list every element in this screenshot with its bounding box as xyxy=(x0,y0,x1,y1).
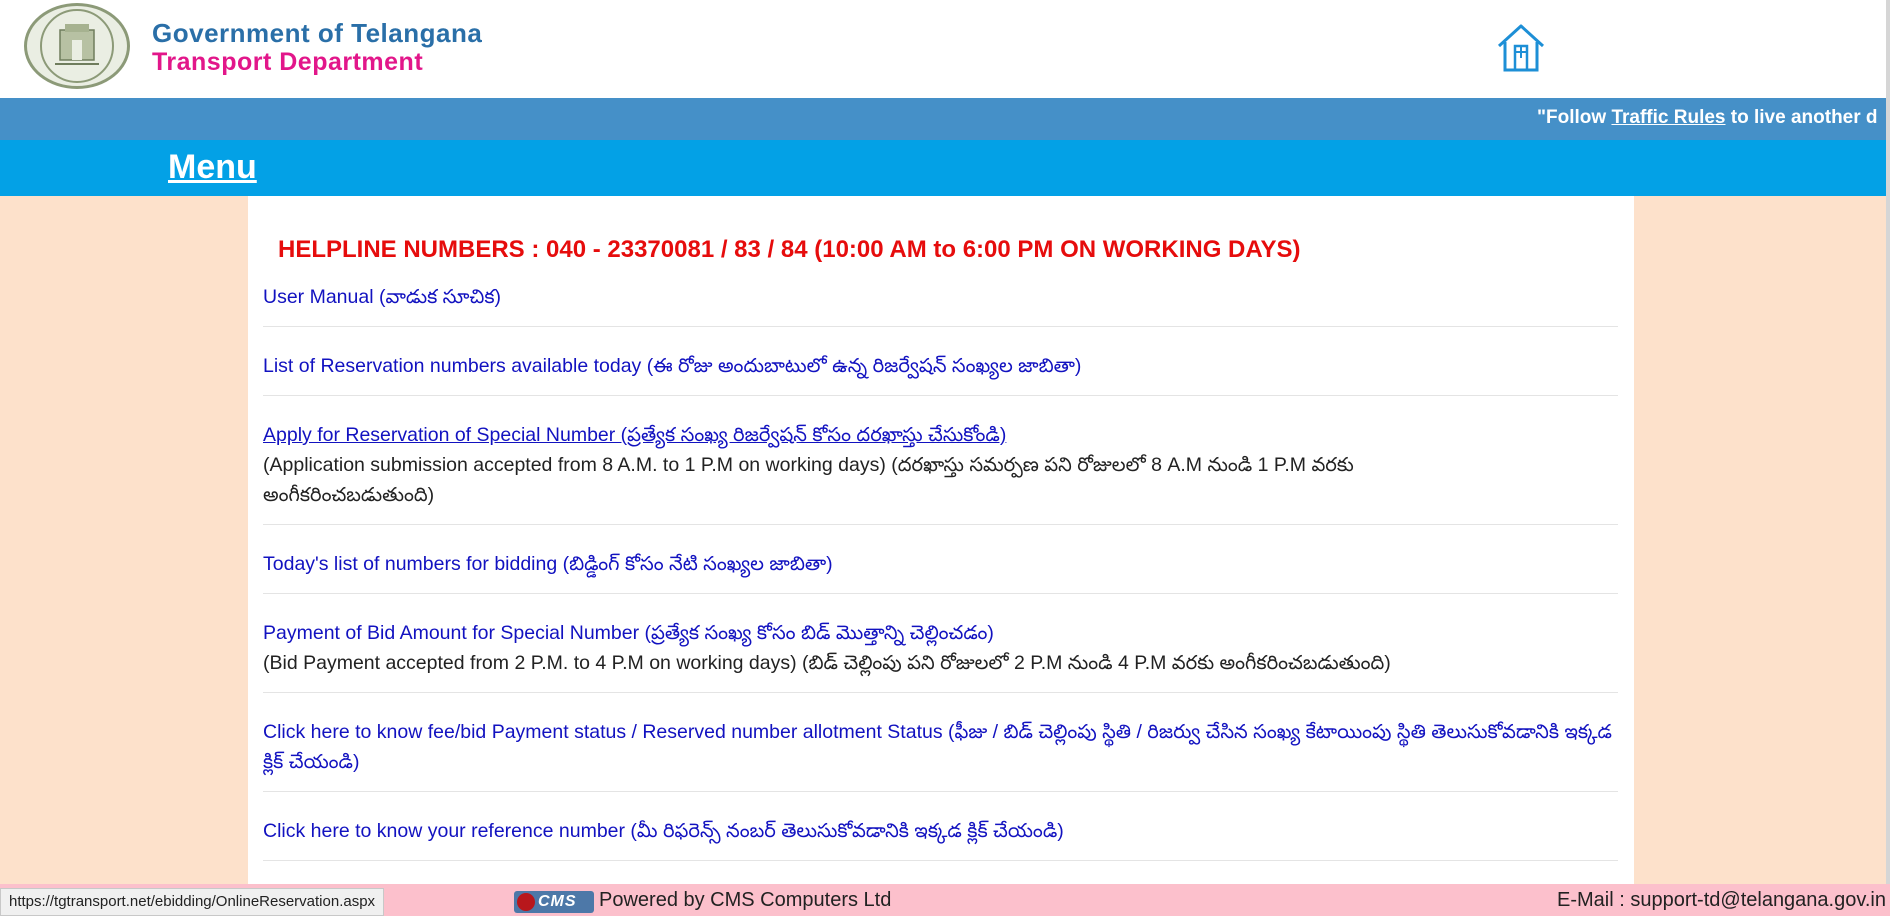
cms-logo-icon: CMS xyxy=(514,891,594,913)
helpline-numbers: HELPLINE NUMBERS : 040 - 23370081 / 83 /… xyxy=(278,236,1301,263)
traffic-rules-link[interactable]: Traffic Rules xyxy=(1611,107,1725,128)
browser-status-url: https://tgtransport.net/ebidding/OnlineR… xyxy=(0,888,385,916)
powered-by-text: Powered by CMS Computers Ltd xyxy=(599,889,892,911)
cms-logo-text: CMS xyxy=(538,893,577,910)
bidding-list-link[interactable]: Today's list of numbers for bidding (బిడ… xyxy=(263,553,833,575)
list-item: List of Reservation numbers available to… xyxy=(263,347,1618,396)
ticker-text: "Follow Traffic Rules to live another d xyxy=(1537,107,1878,128)
support-email: E-Mail : support-td@telangana.gov.in xyxy=(1557,889,1886,911)
payment-status-link[interactable]: Click here to know fee/bid Payment statu… xyxy=(263,721,1612,773)
application-timing-note: (Application submission accepted from 8 … xyxy=(263,454,1354,506)
telangana-emblem-icon xyxy=(24,3,130,89)
reservation-numbers-link[interactable]: List of Reservation numbers available to… xyxy=(263,355,1081,377)
bid-payment-link[interactable]: Payment of Bid Amount for Special Number… xyxy=(263,622,994,644)
menu-link[interactable]: Menu xyxy=(168,148,257,187)
apply-reservation-link[interactable]: Apply for Reservation of Special Number … xyxy=(263,424,1006,446)
list-item: User Manual (వాడుక సూచిక) xyxy=(263,278,1618,327)
bid-payment-timing-note: (Bid Payment accepted from 2 P.M. to 4 P… xyxy=(263,652,1391,674)
department-name: Transport Department xyxy=(152,48,424,76)
page-scrollbar[interactable] xyxy=(1886,0,1890,884)
news-ticker: "Follow Traffic Rules to live another d xyxy=(0,98,1890,140)
list-item: Click here to know fee/bid Payment statu… xyxy=(263,713,1618,792)
main-content: HELPLINE NUMBERS : 040 - 23370081 / 83 /… xyxy=(248,196,1634,884)
cms-logo-dot xyxy=(517,893,535,911)
user-manual-link[interactable]: User Manual (వాడుక సూచిక) xyxy=(263,286,501,308)
home-icon[interactable] xyxy=(1495,22,1547,74)
list-item: Payment of Bid Amount for Special Number… xyxy=(263,614,1618,693)
reference-number-link[interactable]: Click here to know your reference number… xyxy=(263,820,1064,842)
list-item: Apply for Reservation of Special Number … xyxy=(263,416,1618,525)
menu-bar: Menu xyxy=(0,140,1890,196)
org-name: Government of Telangana xyxy=(152,18,483,48)
site-footer: CMS Powered by CMS Computers Ltd E-Mail … xyxy=(0,884,1890,916)
list-item: Click here to know your reference number… xyxy=(263,812,1618,861)
service-links-list: User Manual (వాడుక సూచిక) List of Reserv… xyxy=(263,278,1618,881)
list-item: Today's list of numbers for bidding (బిడ… xyxy=(263,545,1618,594)
site-header: Government of Telangana Transport Depart… xyxy=(0,0,1890,98)
